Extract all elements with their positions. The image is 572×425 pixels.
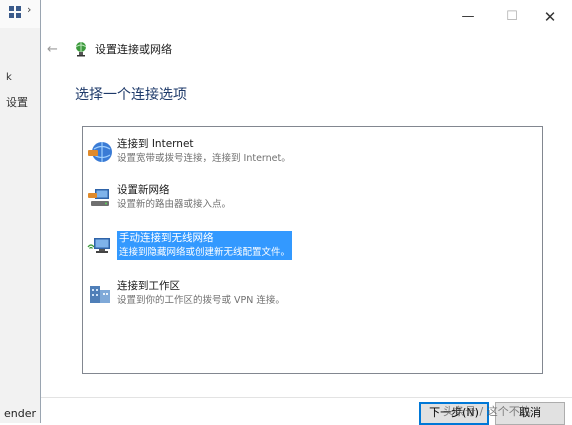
setup-connection-dialog: — ☐ ✕ ← 设置连接或网络 选择一个连接选项 连接到 Internet 设置…	[40, 0, 572, 425]
option-title: 连接到工作区	[117, 280, 180, 292]
option-title: 连接到 Internet	[117, 138, 194, 150]
background-text: k	[6, 72, 12, 83]
dialog-title: 设置连接或网络	[95, 43, 172, 56]
workplace-icon	[90, 286, 110, 303]
background-text: 设置	[6, 96, 28, 109]
option-description: 设置到你的工作区的拨号或 VPN 连接。	[117, 295, 285, 306]
maximize-button[interactable]: ☐	[503, 8, 521, 26]
background-text: ender I	[4, 407, 43, 420]
navigation-row: ← 设置连接或网络	[47, 39, 172, 59]
option-title: 手动连接到无线网络	[117, 231, 293, 246]
watermark: 头条号 / 这个不热	[443, 405, 531, 418]
minimize-button[interactable]: —	[459, 8, 477, 26]
grid-icon[interactable]	[9, 6, 21, 18]
option-description: 设置宽带或拨号连接，连接到 Internet。	[117, 153, 291, 164]
back-arrow-icon[interactable]: ←	[47, 42, 65, 57]
router-network-icon	[88, 189, 109, 206]
option-description: 连接到隐藏网络或创建新无线配置文件。	[117, 246, 293, 260]
option-manual-wireless[interactable]: 手动连接到无线网络 连接到隐藏网络或创建新无线配置文件。	[87, 231, 293, 265]
background-toolbar: ›	[0, 0, 40, 28]
option-description: 设置新的路由器或接入点。	[117, 199, 232, 210]
globe-network-icon	[88, 142, 112, 162]
option-setup-new-network[interactable]: 设置新网络 设置新的路由器或接入点。	[87, 183, 231, 217]
background-window: › k 设置 ender I	[0, 0, 43, 423]
option-connect-internet[interactable]: 连接到 Internet 设置宽带或拨号连接，连接到 Internet。	[87, 137, 291, 171]
option-connect-workplace[interactable]: 连接到工作区 设置到你的工作区的拨号或 VPN 连接。	[87, 279, 285, 313]
page-heading: 选择一个连接选项	[75, 87, 187, 103]
chevron-right-icon[interactable]: ›	[27, 3, 31, 16]
network-setup-icon	[75, 42, 87, 57]
connection-options-list: 连接到 Internet 设置宽带或拨号连接，连接到 Internet。 设置新…	[82, 126, 543, 374]
option-title: 设置新网络	[117, 184, 170, 196]
wireless-computer-icon	[87, 238, 110, 253]
title-bar: — ☐ ✕	[41, 0, 572, 36]
close-button[interactable]: ✕	[541, 8, 559, 26]
footer-divider	[41, 397, 572, 398]
